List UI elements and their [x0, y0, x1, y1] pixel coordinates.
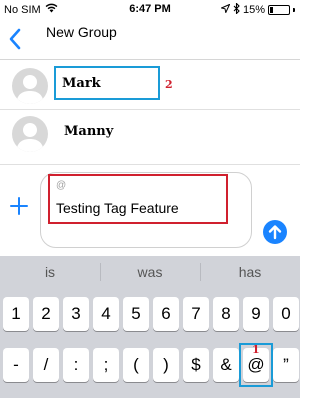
back-button[interactable]: [6, 26, 24, 52]
key-3[interactable]: 3: [63, 297, 89, 331]
key-1[interactable]: 1: [3, 297, 29, 331]
battery-icon: [268, 5, 290, 15]
key-7[interactable]: 7: [183, 297, 209, 331]
divider: [0, 164, 300, 165]
battery-fill: [270, 7, 273, 13]
key-5[interactable]: 5: [123, 297, 149, 331]
key-6[interactable]: 6: [153, 297, 179, 331]
suggestion-bar: is was has: [0, 256, 300, 288]
battery-nub: [293, 8, 295, 12]
suggestion-was[interactable]: was: [100, 256, 200, 288]
key-open-paren[interactable]: (: [123, 348, 149, 382]
key-0[interactable]: 0: [273, 297, 299, 331]
highlight-box-mark: [54, 66, 160, 100]
key-8[interactable]: 8: [213, 297, 239, 331]
avatar: [12, 68, 48, 104]
compose-area: @ Testing Tag Feature: [0, 166, 300, 256]
suggestion-has[interactable]: has: [200, 256, 300, 288]
key-4[interactable]: 4: [93, 297, 119, 331]
page-title: New Group: [46, 24, 117, 40]
highlight-box-message: [48, 174, 228, 224]
bluetooth-icon: [233, 2, 240, 17]
callout-number-1: 1: [252, 343, 260, 356]
plus-icon: [10, 197, 28, 215]
battery-percent: 15%: [242, 4, 265, 16]
key-ampersand[interactable]: &: [213, 348, 239, 382]
key-hyphen[interactable]: -: [3, 348, 29, 382]
add-attachment-button[interactable]: [10, 196, 28, 220]
chevron-left-icon: [9, 28, 21, 50]
key-semicolon[interactable]: ;: [93, 348, 119, 382]
key-colon[interactable]: :: [63, 348, 89, 382]
nav-bar: New Group: [0, 18, 300, 60]
arrow-up-icon: [268, 225, 282, 240]
contact-row-manny[interactable]: Manny: [0, 110, 300, 155]
person-icon: [16, 75, 44, 104]
contact-name: Manny: [64, 124, 114, 139]
key-2[interactable]: 2: [33, 297, 59, 331]
suggestion-is[interactable]: is: [0, 256, 100, 288]
callout-number-2: 2: [165, 78, 173, 91]
key-close-paren[interactable]: ): [153, 348, 179, 382]
person-icon: [16, 123, 44, 152]
avatar: [12, 116, 48, 152]
keyboard: is was has 1 2 3 4 5 6 7 8 9 0 - / : ; (…: [0, 256, 300, 398]
key-9[interactable]: 9: [243, 297, 269, 331]
key-slash[interactable]: /: [33, 348, 59, 382]
status-right: 15%: [219, 2, 295, 17]
key-quote[interactable]: ”: [273, 348, 299, 382]
location-icon: [219, 3, 231, 16]
key-dollar[interactable]: $: [183, 348, 209, 382]
status-bar: No SIM 6:47 PM 15%: [0, 0, 300, 18]
send-button[interactable]: [263, 220, 287, 244]
